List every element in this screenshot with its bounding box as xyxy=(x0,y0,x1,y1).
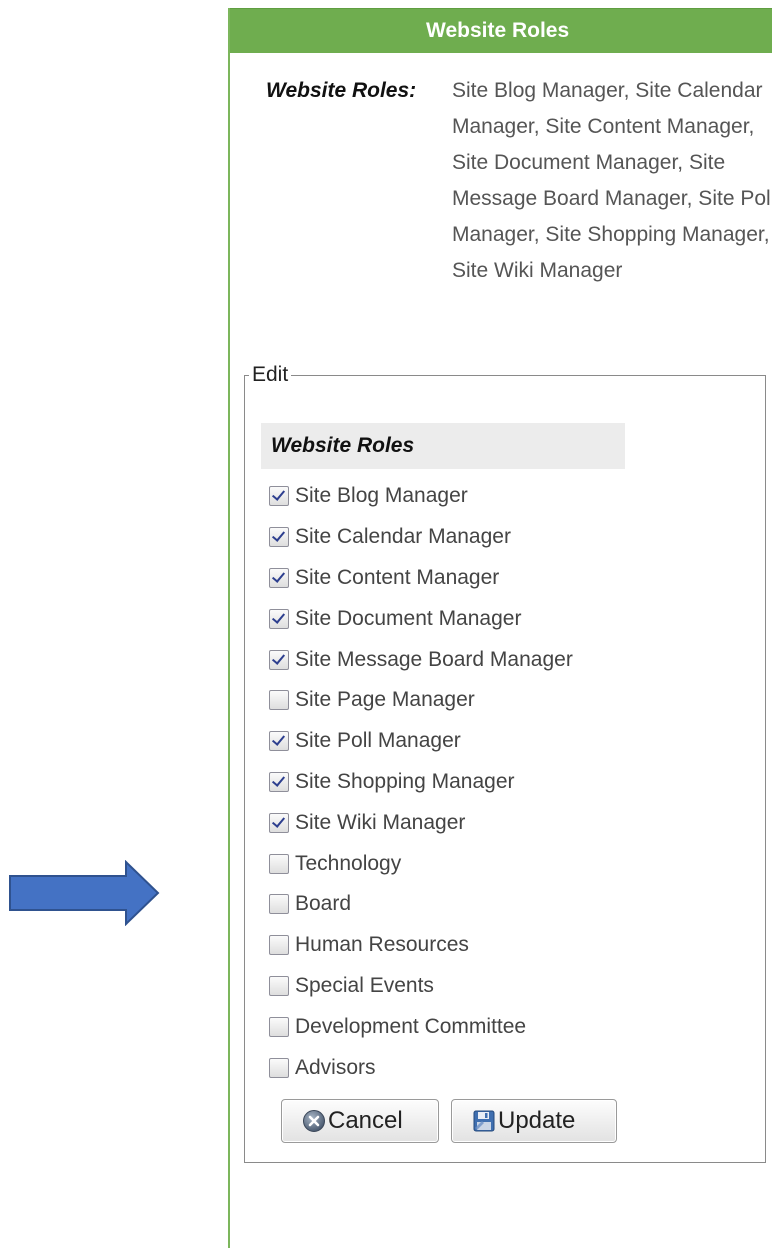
role-label: Development Committee xyxy=(295,1014,527,1038)
role-item[interactable]: Site Message Board Manager xyxy=(269,639,573,680)
website-roles-panel: Website Roles Website Roles: Site Blog M… xyxy=(228,8,772,1248)
role-label: Advisors xyxy=(295,1055,376,1079)
roles-heading: Website Roles xyxy=(261,423,625,469)
role-item[interactable]: Site Poll Manager xyxy=(269,721,573,762)
role-item[interactable]: Advisors xyxy=(269,1047,573,1088)
update-button[interactable]: Update xyxy=(451,1099,617,1143)
role-label: Technology xyxy=(295,851,402,875)
role-item[interactable]: Technology xyxy=(269,843,573,884)
role-label: Human Resources xyxy=(295,933,469,957)
role-checkbox[interactable] xyxy=(269,608,289,629)
role-checkbox[interactable] xyxy=(269,731,289,752)
role-label: Site Calendar Manager xyxy=(295,525,511,549)
role-item[interactable]: Site Content Manager xyxy=(269,558,573,599)
role-checkbox[interactable] xyxy=(269,1016,289,1037)
role-label: Site Shopping Manager xyxy=(295,769,515,793)
role-label: Site Blog Manager xyxy=(295,484,468,508)
right-arrow-icon xyxy=(9,860,160,926)
role-label: Site Message Board Manager xyxy=(295,647,573,671)
summary-value: Site Blog Manager, Site Calendar Manager… xyxy=(452,79,772,282)
role-item[interactable]: Human Resources xyxy=(269,925,573,966)
role-checkbox[interactable] xyxy=(269,690,289,711)
role-checkbox[interactable] xyxy=(269,649,289,670)
role-item[interactable]: Board xyxy=(269,884,573,925)
role-item[interactable]: Site Calendar Manager xyxy=(269,517,573,558)
role-checkbox[interactable] xyxy=(269,771,289,792)
role-checkbox[interactable] xyxy=(269,935,289,956)
role-item[interactable]: Site Wiki Manager xyxy=(269,802,573,843)
role-checkbox[interactable] xyxy=(269,975,289,996)
role-item[interactable]: Special Events xyxy=(269,966,573,1007)
role-checkbox[interactable] xyxy=(269,567,289,588)
role-label: Site Content Manager xyxy=(295,565,500,589)
role-item[interactable]: Development Committee xyxy=(269,1006,573,1047)
role-checkbox[interactable] xyxy=(269,527,289,548)
role-checkbox[interactable] xyxy=(269,894,289,915)
role-label: Site Wiki Manager xyxy=(295,810,466,834)
role-checkbox[interactable] xyxy=(269,1057,289,1078)
role-item[interactable]: Site Document Manager xyxy=(269,598,573,639)
summary-label: Website Roles: xyxy=(266,79,417,102)
panel-title: Website Roles xyxy=(230,8,772,53)
role-checkbox-list: Site Blog Manager Site Calendar Manager Si… xyxy=(269,476,573,1088)
role-label: Special Events xyxy=(295,973,434,997)
form-buttons: Cancel Update xyxy=(281,1099,617,1143)
cancel-x-circle-icon xyxy=(303,1110,325,1132)
edit-fieldset: Edit Website Roles Site Blog Manager Site… xyxy=(244,363,766,1163)
role-label: Board xyxy=(295,892,352,916)
role-label: Site Page Manager xyxy=(295,688,475,712)
role-label: Site Poll Manager xyxy=(295,729,461,753)
role-item[interactable]: Site Blog Manager xyxy=(269,476,573,517)
role-item[interactable]: Site Page Manager xyxy=(269,680,573,721)
floppy-disk-save-icon xyxy=(473,1110,495,1132)
cancel-button[interactable]: Cancel xyxy=(281,1099,439,1143)
role-label: Site Document Manager xyxy=(295,606,522,630)
role-checkbox[interactable] xyxy=(269,486,289,507)
role-item[interactable]: Site Shopping Manager xyxy=(269,762,573,803)
role-checkbox[interactable] xyxy=(269,853,289,874)
cancel-button-label: Cancel xyxy=(328,1107,403,1134)
update-button-label: Update xyxy=(498,1107,576,1134)
edit-legend: Edit xyxy=(249,363,292,387)
role-checkbox[interactable] xyxy=(269,812,289,833)
